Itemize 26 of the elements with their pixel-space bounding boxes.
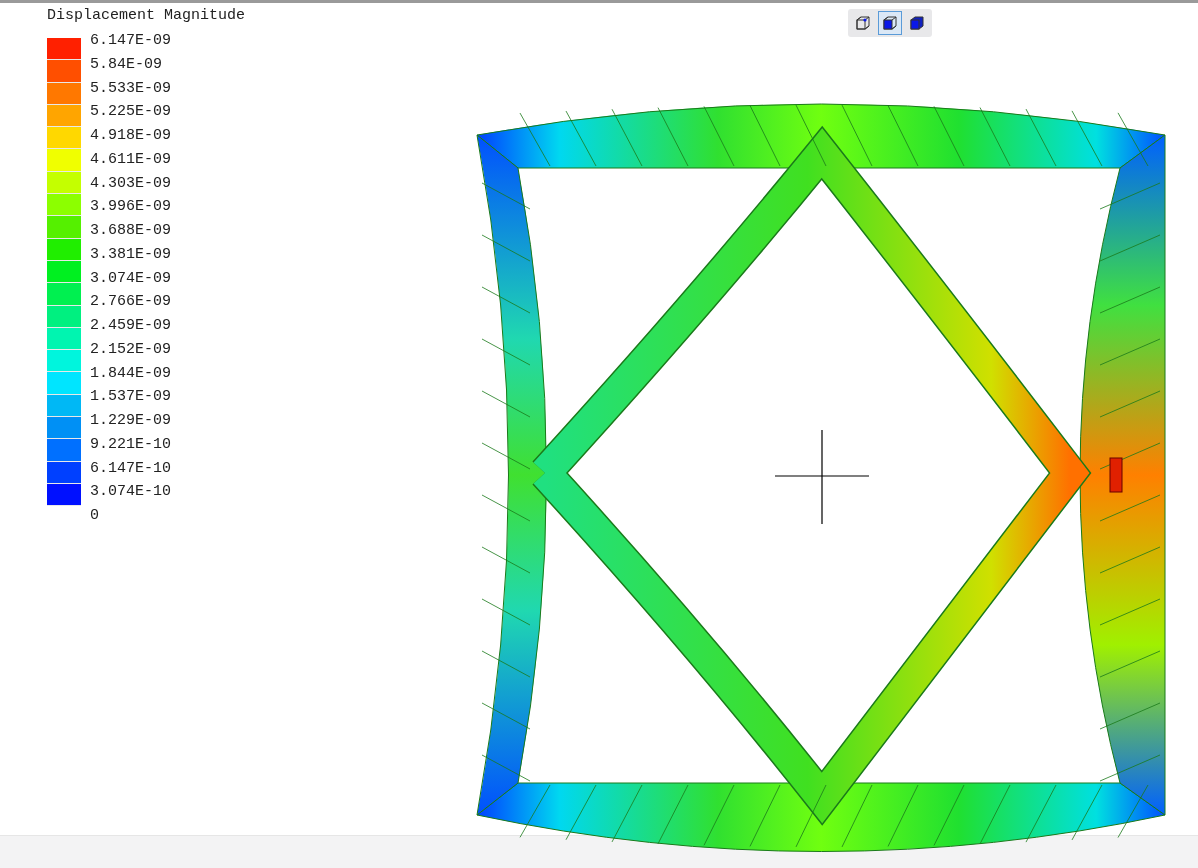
scale-value: 6.147E-09 — [90, 31, 171, 51]
scale-value: 1.844E-09 — [90, 363, 171, 384]
view-mode-button[interactable] — [878, 11, 902, 35]
scale-value: 5.225E-09 — [90, 102, 171, 123]
scale-value: 6.147E-10 — [90, 458, 171, 479]
solid-cube-icon — [909, 15, 925, 31]
scale-value: 3.074E-10 — [90, 482, 171, 503]
scale-value: 3.996E-09 — [90, 197, 171, 218]
scale-value: 5.533E-09 — [90, 78, 171, 99]
scale-value: 2.152E-09 — [90, 339, 171, 360]
scale-value: 3.074E-09 — [90, 268, 171, 289]
scale-value: 2.459E-09 — [90, 316, 171, 336]
scale-value: 4.611E-09 — [90, 149, 171, 170]
scale-value: 0 — [90, 506, 100, 526]
scale-value: 9.221E-10 — [90, 434, 171, 455]
scale-value: 1.229E-09 — [90, 411, 171, 431]
scale-value: 4.303E-09 — [90, 173, 171, 194]
scale-value: 3.381E-09 — [90, 244, 171, 265]
scale-value: 4.918E-09 — [90, 126, 171, 146]
scale-value: 2.766E-09 — [90, 292, 171, 313]
scale-value: 1.537E-09 — [90, 387, 171, 408]
solid-cube-icon — [882, 15, 898, 31]
scale-value: 3.688E-09 — [90, 221, 171, 241]
scale-value: 5.84E-09 — [90, 54, 163, 75]
legend-title: Displacement Magnitude — [47, 7, 246, 25]
wireframe-cube-icon — [855, 15, 871, 31]
